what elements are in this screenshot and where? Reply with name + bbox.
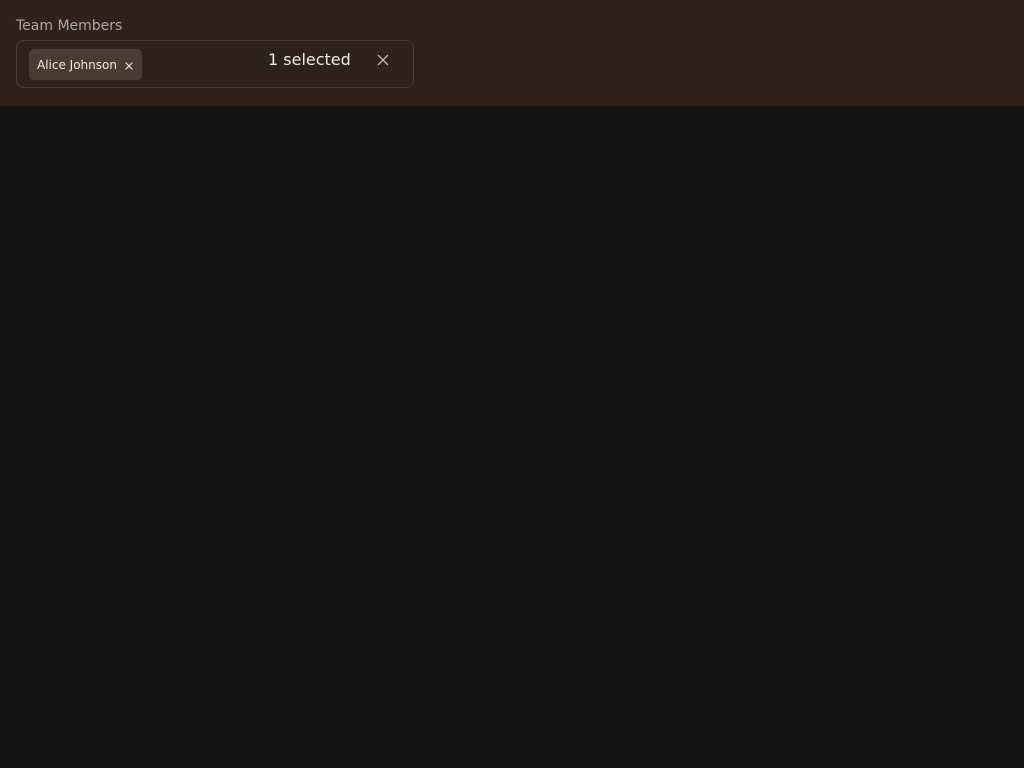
chip-label: Alice Johnson bbox=[37, 57, 117, 72]
chip-remove-button[interactable] bbox=[124, 61, 134, 71]
close-icon bbox=[377, 54, 389, 66]
selected-chip: Alice Johnson bbox=[29, 49, 142, 80]
team-members-multiselect[interactable]: Alice Johnson 1 selected bbox=[16, 40, 414, 88]
header-panel: Team Members Alice Johnson 1 selected bbox=[0, 0, 1024, 106]
clear-all-button[interactable] bbox=[375, 52, 391, 68]
close-icon bbox=[125, 61, 133, 70]
selected-count: 1 selected bbox=[268, 50, 351, 69]
field-label: Team Members bbox=[16, 18, 123, 34]
